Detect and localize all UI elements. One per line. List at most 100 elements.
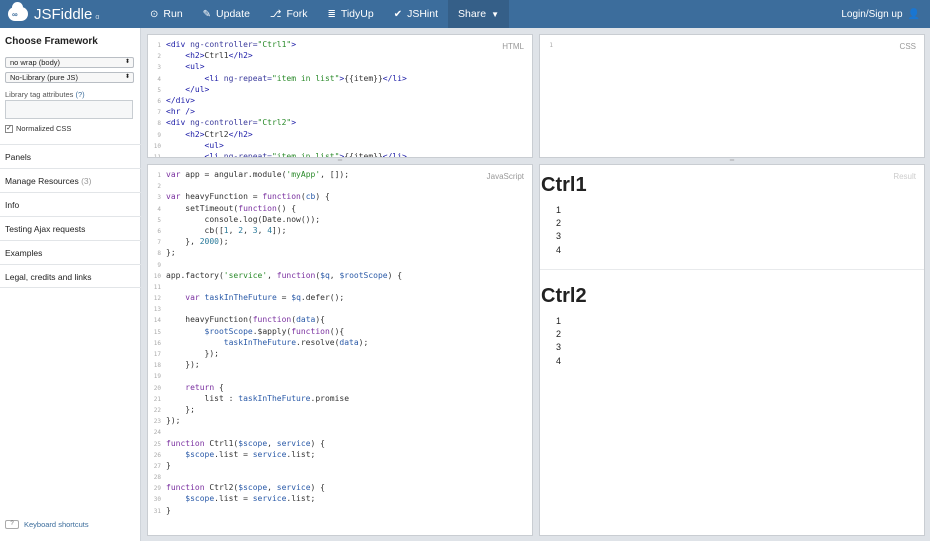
list-item: 1 xyxy=(556,205,562,215)
code-line: 27} xyxy=(153,460,171,470)
code-line: 12 var taskInTheFuture = $q.defer(); xyxy=(153,293,345,303)
share-button[interactable]: Share ▼ xyxy=(448,0,509,28)
code-line: 8}; xyxy=(157,248,176,258)
update-button[interactable]: ✎ Update xyxy=(193,0,260,28)
list-item: 1 xyxy=(556,316,562,326)
code-line: 1 var app = angular.module('myApp', []); xyxy=(157,170,350,179)
share-label: Share xyxy=(458,8,487,20)
jshint-label: JSHint xyxy=(407,8,439,20)
horizontal-rule xyxy=(540,269,924,270)
html-code[interactable]: 1 <div ng-controller="Ctrl1"> 2 <h2>Ctrl1… xyxy=(148,39,407,158)
code-line: 1 <div ng-controller="Ctrl1"> xyxy=(157,40,297,49)
code-line: 21 list : taskInTheFuture.promise xyxy=(153,393,350,403)
list-item: 2 xyxy=(556,218,562,229)
code-line: 18 }); xyxy=(153,360,200,370)
list-item: 4 xyxy=(556,244,562,255)
js-panel-label: JavaScript xyxy=(486,172,524,181)
update-label: Update xyxy=(216,8,250,20)
cloud-logo-icon: ∞ xyxy=(8,2,28,21)
code-line: 24 xyxy=(153,429,161,437)
list-item: 4 xyxy=(556,355,562,366)
normalized-css-checkbox[interactable]: ✓ Normalized CSS xyxy=(5,124,71,133)
keyboard-key-icon: ? xyxy=(5,520,19,529)
sidebar: Choose Framework no wrap (body) ⬍ No-Lib… xyxy=(0,28,141,541)
tidyup-label: TidyUp xyxy=(340,8,374,20)
css-editor-panel[interactable]: CSS 1 xyxy=(539,34,925,158)
code-line: 19 xyxy=(153,373,161,381)
checkbox-checked-icon: ✓ xyxy=(5,124,13,133)
login-label: Login/Sign up xyxy=(841,8,903,20)
sidebar-item-manage-resources[interactable]: Manage Resources (3) xyxy=(0,168,141,192)
top-toolbar: ∞ JSFiddle α ⊙ Run ✎ Update ⎇ Fork ≣ Tid… xyxy=(0,0,930,28)
ctrl1-list: 1 2 3 4 xyxy=(556,204,561,257)
user-icon: 👤 xyxy=(907,8,920,20)
code-line: 5 console.log(Date.now()); xyxy=(157,214,321,224)
code-line: 8 <div ng-controller="Ctrl2"> xyxy=(157,118,297,128)
code-line: 7 <hr /> xyxy=(157,107,195,117)
code-line: 3 var heavyFunction = function(cb) { xyxy=(157,192,330,202)
code-line: 9 xyxy=(157,261,161,269)
jshint-button[interactable]: ✔ JSHint xyxy=(384,0,448,28)
result-panel[interactable]: Result Ctrl1 1 2 3 4 Ctrl2 1 2 3 4 xyxy=(539,164,925,536)
code-line: 28 xyxy=(153,474,161,482)
code-line: 25 function Ctrl1($scope, service) { xyxy=(153,438,325,448)
sidebar-item-label: Info xyxy=(5,200,20,210)
code-line: 5 </ul> xyxy=(157,84,210,94)
code-line: 14 heavyFunction(function(data){ xyxy=(153,315,325,325)
ctrl2-list: 1 2 3 4 xyxy=(556,315,561,368)
login-button[interactable]: Login/Sign up 👤 xyxy=(841,9,930,20)
code-line: 2 <h2>Ctrl1</h2> xyxy=(157,51,253,61)
code-line: 20 return { xyxy=(153,382,224,392)
code-line: 6 cb([1, 2, 3, 4]); xyxy=(157,225,287,235)
css-panel-label: CSS xyxy=(899,42,916,51)
library-select-value: No-Library (pure JS) xyxy=(10,73,78,82)
resource-count: (3) xyxy=(81,176,92,186)
wrap-select-value: no wrap (body) xyxy=(10,58,61,67)
chevron-down-icon: ▼ xyxy=(491,9,499,19)
ctrl2-heading: Ctrl2 xyxy=(541,285,587,307)
code-line: 7 }, 2000); xyxy=(157,237,229,247)
run-label: Run xyxy=(163,8,183,20)
library-tag-input[interactable] xyxy=(5,100,133,119)
sidebar-item-label: Manage Resources xyxy=(5,176,79,186)
sidebar-item-label: Examples xyxy=(5,248,43,258)
sidebar-item-legal[interactable]: Legal, credits and links xyxy=(0,264,141,288)
code-line: 16 taskInTheFuture.resolve(data); xyxy=(153,337,369,347)
tidy-icon: ≣ xyxy=(327,8,336,20)
wrap-select[interactable]: no wrap (body) ⬍ xyxy=(5,57,134,68)
tidyup-button[interactable]: ≣ TidyUp xyxy=(317,0,383,28)
code-line: 11 <li ng-repeat="item in list">{{item}}… xyxy=(153,151,407,158)
code-line: 6 </div> xyxy=(157,95,195,105)
pencil-icon: ✎ xyxy=(202,8,212,20)
html-editor-panel[interactable]: HTML 1 <div ng-controller="Ctrl1"> 2 <h2>… xyxy=(147,34,533,158)
code-line: 29 function Ctrl2($scope, service) { xyxy=(153,483,325,493)
check-icon: ✔ xyxy=(393,8,403,20)
library-tag-label-text: Library tag attributes xyxy=(5,90,74,99)
app-name: JSFiddle xyxy=(34,5,93,23)
fork-button[interactable]: ⎇ Fork xyxy=(260,0,318,28)
keyboard-shortcuts-link[interactable]: ? Keyboard shortcuts xyxy=(5,520,89,529)
run-button[interactable]: ⊙ Run xyxy=(140,0,193,28)
javascript-editor-panel[interactable]: JavaScript 1 var app = angular.module('my… xyxy=(147,164,533,536)
sidebar-item-examples[interactable]: Examples xyxy=(0,240,141,264)
code-line: 11 xyxy=(153,283,161,291)
js-code[interactable]: 1 var app = angular.module('myApp', []); … xyxy=(148,169,402,516)
code-line: 13 xyxy=(153,306,161,314)
jsfiddle-logo[interactable]: ∞ JSFiddle α xyxy=(0,0,140,28)
sidebar-item-label: Testing Ajax requests xyxy=(5,224,86,234)
ctrl1-heading: Ctrl1 xyxy=(541,174,587,196)
code-line: 22 }; xyxy=(153,404,195,414)
code-line: 9 <h2>Ctrl2</h2> xyxy=(157,129,253,139)
sidebar-item-panels[interactable]: Panels xyxy=(0,144,141,168)
css-code[interactable]: 1 xyxy=(540,39,558,50)
list-item: 3 xyxy=(556,231,562,242)
sidebar-item-testing-ajax[interactable]: Testing Ajax requests xyxy=(0,216,141,240)
alpha-badge: α xyxy=(95,13,100,21)
sidebar-item-label: Panels xyxy=(5,152,31,162)
code-line: 10 <ul> xyxy=(153,140,224,150)
library-select[interactable]: No-Library (pure JS) ⬍ xyxy=(5,72,134,83)
library-tag-help-link[interactable]: (?) xyxy=(75,90,84,99)
code-line: 4 setTimeout(function() { xyxy=(157,203,297,213)
sidebar-item-info[interactable]: Info xyxy=(0,192,141,216)
html-panel-label: HTML xyxy=(502,42,524,51)
